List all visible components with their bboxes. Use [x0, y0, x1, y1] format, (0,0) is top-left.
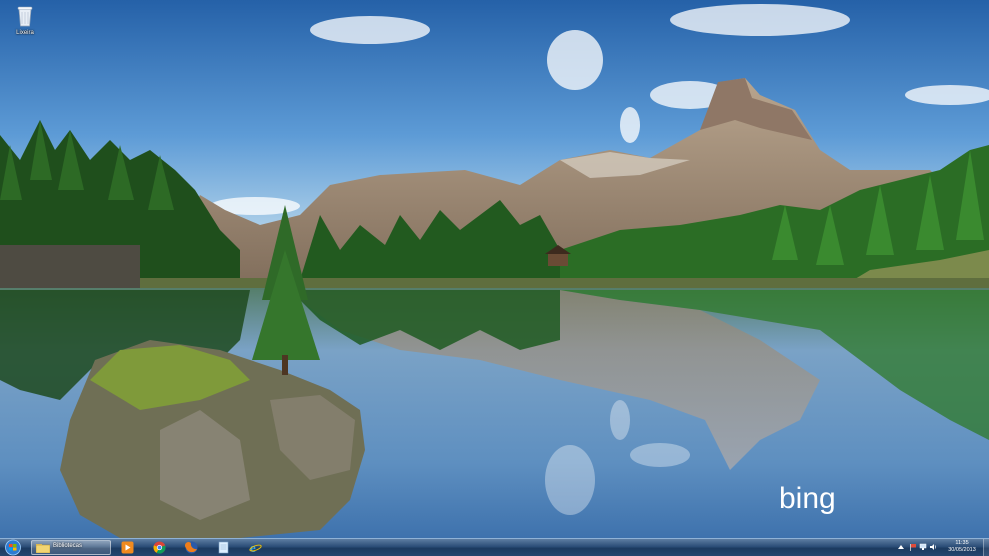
taskbar-window-libraries[interactable]: Bibliotecas: [31, 540, 111, 555]
folder-icon: [36, 544, 50, 553]
network-icon[interactable]: [919, 543, 927, 551]
wallpaper: [0, 0, 989, 538]
start-button[interactable]: [2, 539, 24, 556]
show-desktop-button[interactable]: [983, 539, 989, 556]
volume-icon[interactable]: [929, 543, 937, 551]
taskbar-pin-notepad[interactable]: [214, 540, 234, 555]
svg-text:bing: bing: [779, 482, 836, 515]
desktop: Lixeira bing: [0, 0, 989, 538]
show-hidden-icons-icon[interactable]: [897, 543, 905, 551]
taskbar-pin-media-player[interactable]: [118, 540, 138, 555]
flag-icon[interactable]: [909, 543, 917, 551]
notepad-icon: [218, 541, 229, 554]
firefox-icon: [185, 541, 198, 554]
windows-media-player-icon: [121, 541, 134, 554]
clock[interactable]: 11:35 30/05/2013: [945, 540, 979, 554]
chrome-icon: [153, 541, 166, 554]
taskbar-window-label: Bibliotecas: [53, 543, 83, 549]
taskbar-pin-internet-explorer[interactable]: e: [246, 540, 266, 555]
clock-date: 30/05/2013: [948, 547, 976, 553]
desktop-icon-label: Lixeira: [16, 30, 34, 36]
bing-logo: bing: [779, 482, 836, 515]
taskbar-pin-chrome[interactable]: [150, 540, 170, 555]
internet-explorer-icon: e: [249, 541, 262, 554]
taskbar-pin-firefox[interactable]: [182, 540, 202, 555]
windows-orb-icon: [5, 539, 21, 556]
notification-area: 11:35 30/05/2013: [889, 539, 989, 556]
desktop-icon-recycle-bin[interactable]: Lixeira: [6, 4, 44, 37]
taskbar: Bibliotecas e 11:35 30/05/2013: [0, 538, 989, 556]
recycle-bin-icon: [17, 6, 33, 27]
clock-time: 11:35: [955, 540, 969, 546]
